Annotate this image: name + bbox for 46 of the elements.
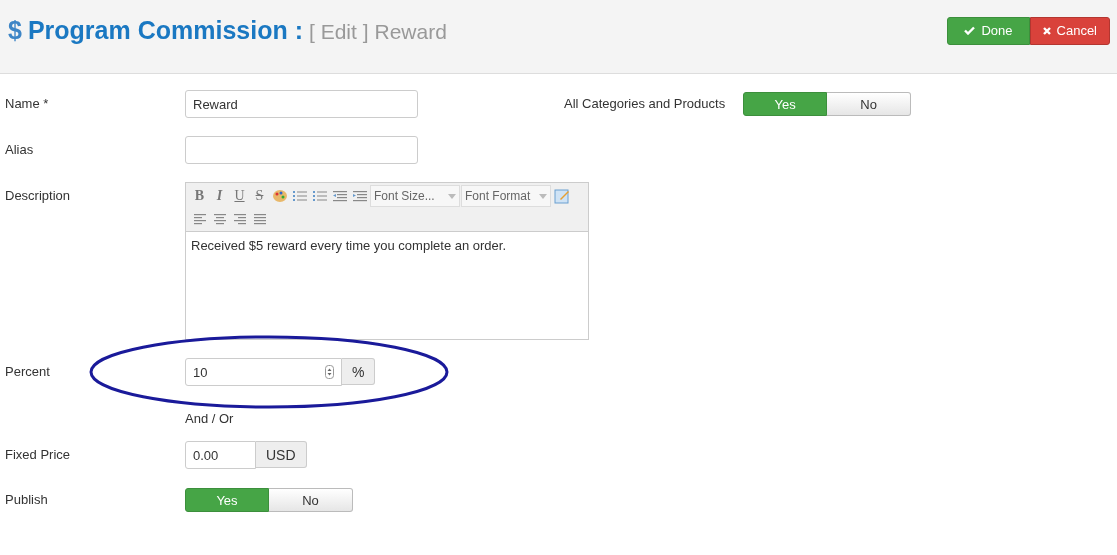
check-icon: [964, 26, 976, 35]
strikethrough-button[interactable]: S: [250, 186, 269, 206]
underline-button[interactable]: U: [230, 186, 249, 206]
field-label: Publish: [4, 491, 49, 509]
currency-addon: USD: [256, 441, 307, 468]
field-label: All Categories and Products: [564, 95, 726, 113]
toggle-option[interactable]: No: [269, 488, 353, 512]
field-label: Name *: [4, 95, 50, 113]
caret-icon: [539, 193, 547, 199]
mode-label: [ Edit ]: [308, 20, 369, 44]
align-center-icon[interactable]: [213, 213, 226, 225]
field-label: Alias: [4, 141, 35, 159]
toggle-option[interactable]: Yes: [743, 92, 828, 116]
outdent-icon[interactable]: [332, 190, 347, 202]
text-field[interactable]: Reward: [185, 90, 418, 118]
ordered-list-icon[interactable]: [292, 190, 307, 202]
percent-addon: %: [342, 358, 376, 385]
font-dropdown[interactable]: Font Size...: [370, 185, 460, 207]
item-name: Reward: [374, 20, 447, 44]
toggle-option[interactable]: Yes: [185, 488, 269, 512]
dollar-icon: $: [8, 16, 22, 45]
spinner-icon[interactable]: [325, 365, 334, 379]
edit-image-icon[interactable]: [553, 188, 570, 204]
close-icon: [1042, 26, 1051, 35]
cancel-button[interactable]: Cancel: [1029, 16, 1110, 45]
bold-button[interactable]: B: [190, 186, 209, 206]
page-title: Program Commission :: [27, 16, 303, 45]
text-field[interactable]: [185, 136, 418, 164]
field-label: Percent: [4, 363, 51, 381]
field-label: Fixed Price: [4, 446, 72, 464]
and-or-note: And / Or: [185, 409, 234, 428]
align-right-icon[interactable]: [233, 213, 246, 225]
toggle-option[interactable]: No: [827, 92, 912, 116]
indent-icon[interactable]: [352, 190, 367, 202]
field-label: Description: [4, 187, 72, 205]
font-dropdown[interactable]: Font Format: [461, 185, 551, 207]
align-left-icon[interactable]: [193, 213, 206, 225]
price-field[interactable]: 0.00: [185, 441, 256, 469]
caret-icon: [448, 193, 456, 199]
done-button[interactable]: Done: [947, 16, 1030, 45]
justify-icon[interactable]: [253, 213, 266, 225]
description-editor[interactable]: Received $5 reward every time you complete an order.: [185, 232, 589, 340]
bullet-list-icon[interactable]: [312, 190, 327, 202]
italic-button[interactable]: I: [210, 186, 229, 206]
palette-icon[interactable]: [271, 188, 288, 204]
number-field[interactable]: 10: [185, 358, 342, 386]
